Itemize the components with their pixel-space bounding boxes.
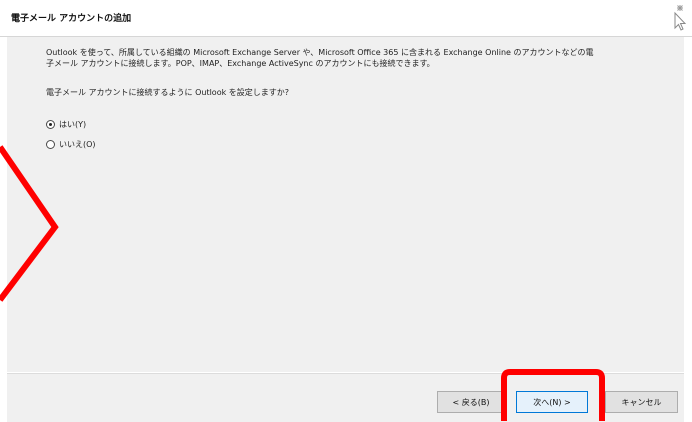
back-button[interactable]: < 戻る(B) bbox=[437, 391, 505, 413]
description-line-2: 子メール アカウントに接続します。POP、IMAP、Exchange Activ… bbox=[46, 59, 435, 68]
description-text: Outlook を使って、所属している組織の Microsoft Exchang… bbox=[46, 47, 676, 69]
next-button[interactable]: 次へ(N) > bbox=[516, 391, 588, 413]
sparkle-cursor-icon bbox=[674, 5, 687, 31]
radio-no-button[interactable] bbox=[46, 140, 55, 149]
radio-yes-label: はい(Y) bbox=[59, 120, 87, 129]
dialog-header: 電子メール アカウントの追加 bbox=[0, 0, 692, 37]
radio-option-yes[interactable]: はい(Y) bbox=[46, 118, 86, 131]
radio-yes-button[interactable] bbox=[46, 120, 55, 129]
description-line-1: Outlook を使って、所属している組織の Microsoft Exchang… bbox=[46, 48, 594, 57]
radio-no-label: いいえ(O) bbox=[59, 140, 96, 149]
radio-option-no[interactable]: いいえ(O) bbox=[46, 138, 96, 151]
dialog-title: 電子メール アカウントの追加 bbox=[11, 14, 132, 24]
cancel-button[interactable]: キャンセル bbox=[605, 391, 678, 413]
setup-question: 電子メール アカウントに接続するように Outlook を設定しますか? bbox=[46, 88, 290, 97]
